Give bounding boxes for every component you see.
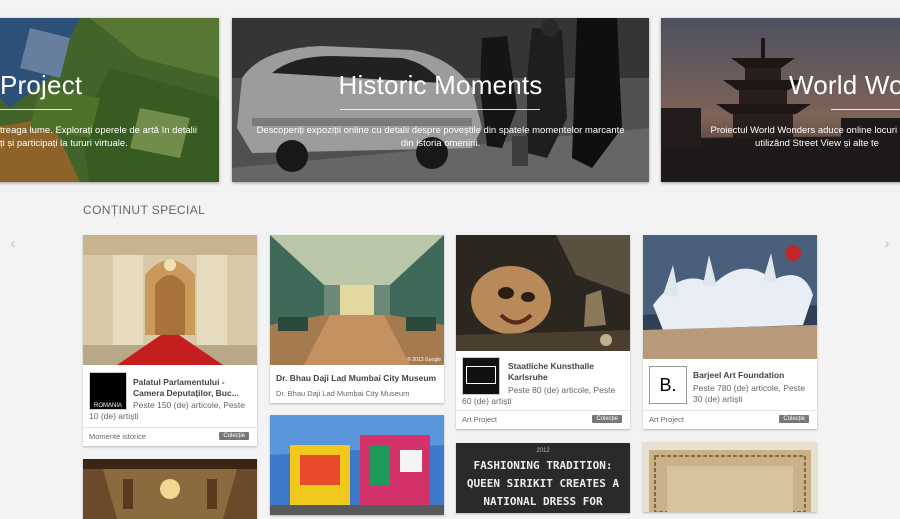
painting-image xyxy=(456,235,630,351)
street-art-image xyxy=(270,415,444,515)
collection-badge: Colecție xyxy=(592,415,622,423)
collection-badge: Colecție xyxy=(219,432,249,440)
card-textile[interactable] xyxy=(643,442,817,512)
card-subtitle: Dr. Bhau Daji Lad Mumbai City Museum xyxy=(276,389,410,398)
card-image xyxy=(83,235,257,365)
card-headline-line-1: FASHIONING TRADITION: xyxy=(473,459,613,472)
slide-title: Historic Moments xyxy=(338,70,543,100)
featured-carousel: Project treaga lume. Explorați operele d… xyxy=(0,0,900,200)
card-category: Art Project xyxy=(462,415,498,424)
logo-label: B. xyxy=(659,374,677,395)
sculpture-painting-image xyxy=(643,235,817,359)
palace-interior-image xyxy=(83,235,257,365)
carousel-slide-historic-moments[interactable]: Historic Moments Descoperiți expoziții o… xyxy=(232,18,649,182)
museum-hall-image xyxy=(270,235,444,365)
card-mumbai-city-museum[interactable]: © 2013 Google Dr. Bhau Daji Lad Mumbai C… xyxy=(270,235,444,403)
card-category: Art Project xyxy=(649,415,685,424)
card-footer: Art Project Colecție xyxy=(643,410,817,429)
slide-title: World Wor xyxy=(789,70,900,100)
section-title: CONȚINUT SPECIAL xyxy=(83,203,206,217)
slide-divider xyxy=(0,109,72,110)
card-title: Barjeel Art Foundation xyxy=(693,370,785,380)
card-street-art[interactable] xyxy=(270,415,444,515)
slide-description: Descoperiți expoziții online cu detalii … xyxy=(256,125,625,149)
card-subtitle: Peste 80 (de) articole, Peste 60 (de) ar… xyxy=(462,385,616,406)
chevron-left-icon[interactable]: ‹ xyxy=(6,236,20,250)
card-barjeel-art-foundation[interactable]: B. Barjeel Art Foundation Peste 780 (de)… xyxy=(643,235,817,429)
card-image xyxy=(643,235,817,359)
card-subtitle: Peste 150 (de) articole, Peste 10 (de) a… xyxy=(89,400,245,421)
card-footer: Art Project Colecție xyxy=(456,410,630,429)
collection-badge: Colecție xyxy=(779,415,809,423)
slide-description: treaga lume. Explorați operele de artă î… xyxy=(0,125,197,149)
card-year: 2012 xyxy=(536,448,550,454)
card-headline-line-3: NATIONAL DRESS FOR xyxy=(483,495,603,508)
card-subtitle: Peste 780 (de) articole, Peste 30 (de) a… xyxy=(693,383,805,404)
card-headline-line-2: QUEEN SIRIKIT CREATES A xyxy=(466,477,620,490)
interior-hall-image xyxy=(83,459,257,519)
slide-divider xyxy=(831,109,900,110)
card-image xyxy=(456,235,630,351)
card-title: Dr. Bhau Daji Lad Mumbai City Museum xyxy=(276,373,437,383)
card-fashioning-tradition[interactable]: 2012 FASHIONING TRADITION: QUEEN SIRIKIT… xyxy=(456,443,630,513)
barjeel-logo: B. xyxy=(649,366,687,404)
slide-title: Project xyxy=(0,70,83,100)
card-interior-hall[interactable] xyxy=(83,459,257,519)
card-title: Staatliche Kunsthalle Karlsruhe xyxy=(508,361,594,382)
slide-divider xyxy=(340,109,540,110)
card-title: Palatul Parlamentului - Camera Deputațil… xyxy=(133,377,239,398)
carousel-slide-art-project[interactable]: Project treaga lume. Explorați operele d… xyxy=(0,18,219,182)
card-category: Momente istorice xyxy=(89,432,147,441)
card-image: © 2013 Google xyxy=(270,235,444,365)
slide-description: Proiectul World Wonders aduce online loc… xyxy=(710,125,900,149)
logo-mark xyxy=(466,366,496,384)
card-palatul-parlamentului[interactable]: ROMANIA Palatul Parlamentului - Camera D… xyxy=(83,235,257,446)
card-staatliche-kunsthalle[interactable]: Staatliche Kunsthalle Karlsruhe Peste 80… xyxy=(456,235,630,429)
card-footer: Momente istorice Colecție xyxy=(83,427,257,446)
carousel-slide-world-wonders[interactable]: World Wor Proiectul World Wonders aduce … xyxy=(661,18,900,182)
photo-credit: © 2013 Google xyxy=(407,357,441,363)
chevron-right-icon[interactable]: › xyxy=(880,236,894,250)
textile-image xyxy=(643,442,817,512)
